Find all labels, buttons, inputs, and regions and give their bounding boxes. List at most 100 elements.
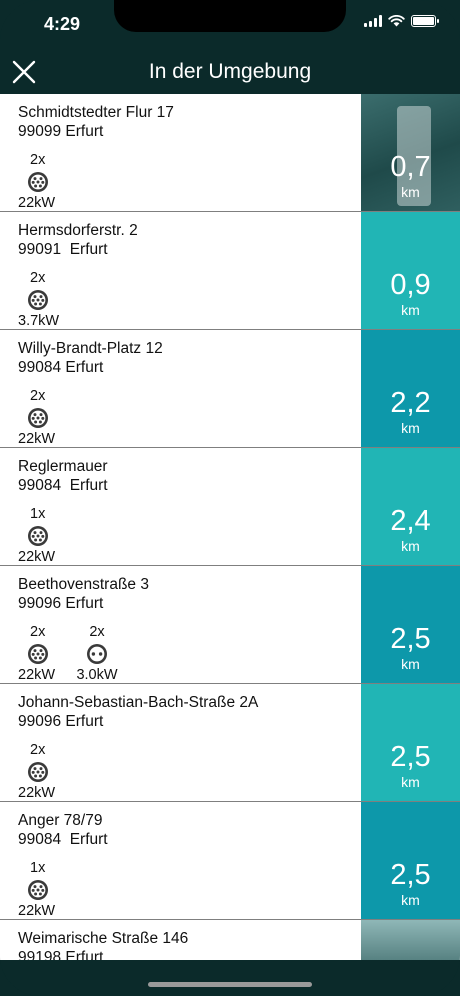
cellular-signal-icon <box>364 15 382 27</box>
connector: 2x 3.7kW <box>18 270 60 330</box>
station-city: 99084 Erfurt <box>18 831 108 848</box>
station-street: Anger 78/79 <box>18 812 103 829</box>
station-row[interactable]: Reglermauer 99084 Erfurt 1x 22kW 2,4 km <box>0 448 460 566</box>
battery-icon <box>411 15 439 27</box>
distance-unit: km <box>401 184 420 200</box>
station-address: Beethovenstraße 3 99096 Erfurt <box>18 575 348 613</box>
station-list[interactable]: Schmidtstedter Flur 17 99099 Erfurt 2x 22kW… <box>0 94 460 960</box>
station-address: Hermsdorferstr. 2 99091 Erfurt <box>18 221 348 259</box>
distance-value: 2,5 <box>390 859 431 891</box>
distance-unit: km <box>401 302 420 318</box>
connector: 2x 22kW <box>18 624 60 684</box>
status-bar: 4:29 <box>0 0 460 50</box>
distance-value: 2,5 <box>390 741 431 773</box>
station-address: Schmidtstedter Flur 17 99099 Erfurt <box>18 103 348 141</box>
connector-power: 22kW <box>18 431 56 447</box>
station-city: 99096 Erfurt <box>18 713 104 730</box>
station-city: 99198 Erfurt <box>18 949 104 960</box>
station-row[interactable]: Johann-Sebastian-Bach-Straße 2A 99096 Erf… <box>0 684 460 802</box>
connector-count: 1x <box>30 506 46 522</box>
distance-tile: 2,4 km <box>361 448 460 565</box>
type2-plug-icon <box>27 289 49 311</box>
station-street: Beethovenstraße 3 <box>18 576 149 593</box>
station-row[interactable]: Weimarische Straße 146 99198 Erfurt <box>0 920 460 960</box>
distance-unit: km <box>401 892 420 908</box>
station-address: Weimarische Straße 146 99198 Erfurt <box>18 929 348 960</box>
type2-plug-icon <box>27 761 49 783</box>
type2-plug-icon <box>27 407 49 429</box>
connector: 1x 22kW <box>18 860 60 920</box>
station-row[interactable]: Beethovenstraße 3 99096 Erfurt 2x 22kW 2x 3.0… <box>0 566 460 684</box>
distance-value: 0,9 <box>390 269 431 301</box>
station-address: Reglermauer 99084 Erfurt <box>18 457 348 495</box>
station-address: Johann-Sebastian-Bach-Straße 2A 99096 Erf… <box>18 693 348 731</box>
connector-count: 1x <box>30 860 46 876</box>
distance-value: 2,5 <box>390 623 431 655</box>
home-indicator[interactable] <box>148 982 312 987</box>
connector-power: 22kW <box>18 195 56 211</box>
station-address: Willy-Brandt-Platz 12 99084 Erfurt <box>18 339 348 377</box>
station-row[interactable]: Willy-Brandt-Platz 12 99084 Erfurt 2x 22kW 2… <box>0 330 460 448</box>
home-indicator-area <box>0 960 460 996</box>
type2-plug-icon <box>27 643 49 665</box>
connector: 2x 22kW <box>18 742 60 802</box>
connector-count: 2x <box>30 624 46 640</box>
station-city: 99091 Erfurt <box>18 241 108 258</box>
connector-list: 1x 22kW <box>18 860 60 920</box>
connector: 2x 22kW <box>18 152 60 212</box>
connector: 2x 22kW <box>18 388 60 448</box>
connector-power: 22kW <box>18 549 56 565</box>
station-city: 99096 Erfurt <box>18 595 104 612</box>
distance-unit: km <box>401 538 420 554</box>
type2-plug-icon <box>27 879 49 901</box>
phone-screen: 4:29 In der Umgebung Schmidtstedter Flur <box>0 0 460 996</box>
nav-bar: In der Umgebung <box>0 50 460 94</box>
station-address: Anger 78/79 99084 Erfurt <box>18 811 348 849</box>
distance-tile: 2,5 km <box>361 802 460 919</box>
station-street: Johann-Sebastian-Bach-Straße 2A <box>18 694 259 711</box>
connector-power: 22kW <box>18 785 56 801</box>
distance-value: 2,2 <box>390 387 431 419</box>
connector-power: 3.7kW <box>18 313 60 329</box>
page-title: In der Umgebung <box>148 60 312 83</box>
distance-tile: 0,9 km <box>361 212 460 329</box>
connector-count: 2x <box>89 624 105 640</box>
station-street: Reglermauer <box>18 458 108 475</box>
distance-unit: km <box>401 656 420 672</box>
distance-tile: 2,5 km <box>361 566 460 683</box>
connector-list: 2x 22kW <box>18 742 60 802</box>
connector-power: 22kW <box>18 903 56 919</box>
connector: 2x 3.0kW <box>76 624 118 684</box>
status-time: 4:29 <box>44 14 81 34</box>
station-street: Willy-Brandt-Platz 12 <box>18 340 163 357</box>
notch <box>114 0 346 32</box>
station-row[interactable]: Schmidtstedter Flur 17 99099 Erfurt 2x 22kW… <box>0 94 460 212</box>
station-street: Hermsdorferstr. 2 <box>18 222 138 239</box>
status-icons <box>364 15 439 27</box>
distance-tile <box>361 920 460 960</box>
distance-unit: km <box>401 774 420 790</box>
station-row[interactable]: Hermsdorferstr. 2 99091 Erfurt 2x 3.7kW 0,9 k… <box>0 212 460 330</box>
station-city: 99084 Erfurt <box>18 477 108 494</box>
connector-power: 3.0kW <box>76 667 118 683</box>
connector-count: 2x <box>30 152 46 168</box>
connector-count: 2x <box>30 270 46 286</box>
schuko-plug-icon <box>86 643 108 665</box>
connector-list: 2x 22kW 2x 3.0kW <box>18 624 118 684</box>
connector-list: 2x 3.7kW <box>18 270 60 330</box>
distance-tile: 0,7 km <box>361 94 460 211</box>
connector-count: 2x <box>30 388 46 404</box>
station-row[interactable]: Anger 78/79 99084 Erfurt 1x 22kW 2,5 km <box>0 802 460 920</box>
connector-count: 2x <box>30 742 46 758</box>
distance-value: 2,4 <box>390 505 431 537</box>
distance-tile: 2,2 km <box>361 330 460 447</box>
type2-plug-icon <box>27 171 49 193</box>
wifi-icon <box>388 15 405 27</box>
station-city: 99099 Erfurt <box>18 123 104 140</box>
station-street: Schmidtstedter Flur 17 <box>18 104 174 121</box>
connector-list: 2x 22kW <box>18 152 60 212</box>
connector-list: 1x 22kW <box>18 506 60 566</box>
connector-list: 2x 22kW <box>18 388 60 448</box>
connector-power: 22kW <box>18 667 56 683</box>
distance-unit: km <box>401 420 420 436</box>
